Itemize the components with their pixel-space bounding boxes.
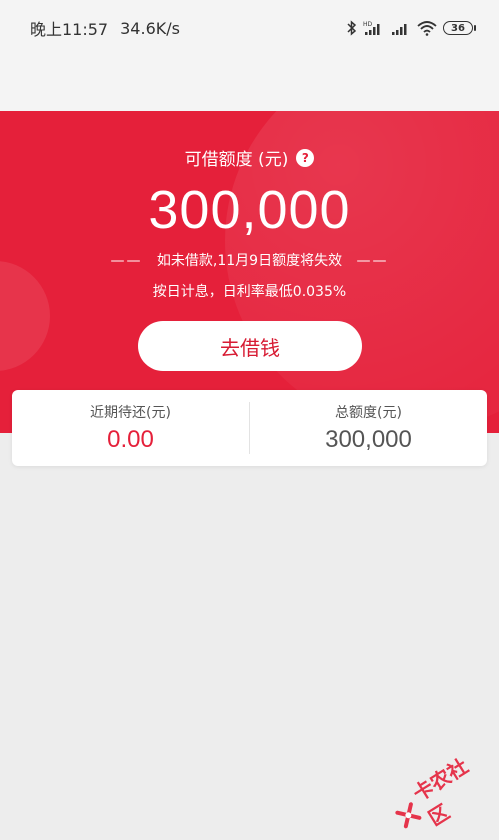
signal-icon [391,20,411,36]
total-label: 总额度(元) [335,405,402,421]
credit-label: 可借额度 (元) [184,150,289,170]
borrow-button[interactable]: 去借钱 [138,321,362,371]
status-right: HD 36 [347,20,476,36]
due-value: 0.00 [107,426,154,453]
status-bar: 晚上11:57 34.6K/s HD 36 [0,0,499,56]
status-left: 晚上11:57 34.6K/s [30,16,180,40]
top-spacer [0,56,499,111]
due-label: 近期待还(元) [90,405,171,421]
expire-dash-left: —— [110,253,143,269]
expire-dash-right: —— [356,253,389,269]
expire-notice: —— 如未借款,11月9日额度将失效 —— [0,250,499,270]
status-time: 晚上11:57 [30,20,109,39]
credit-hero: 可借额度 (元) ? 300,000 —— 如未借款,11月9日额度将失效 ——… [0,111,499,433]
due-summary[interactable]: 近期待还(元) 0.00 [12,390,249,466]
svg-text:HD: HD [363,21,373,28]
bluetooth-icon [347,20,357,36]
summary-card: 近期待还(元) 0.00 总额度(元) 300,000 [12,390,487,466]
wifi-icon [417,20,437,36]
hero-decoration-small-circle [0,261,50,371]
watermark-logo-icon [395,801,423,829]
total-value: 300,000 [325,426,412,453]
credit-amount: 300,000 [148,180,351,240]
credit-label-row: 可借额度 (元) ? [0,145,499,170]
total-summary[interactable]: 总额度(元) 300,000 [250,390,487,466]
network-speed: 34.6K/s [120,18,180,38]
watermark: 卡农社区 [387,744,499,840]
help-icon[interactable]: ? [296,148,315,167]
battery-icon: 36 [443,21,476,35]
expire-text: 如未借款,11月9日额度将失效 [156,253,343,269]
interest-notice: 按日计息，日利率最低0.035% [152,284,347,300]
hd-signal-icon: HD [363,20,385,36]
